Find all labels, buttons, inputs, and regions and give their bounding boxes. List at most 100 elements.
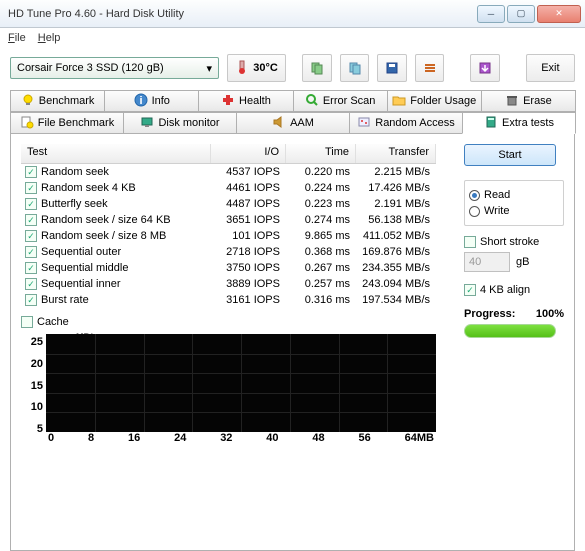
- mode-radio-group: Read Write: [464, 180, 564, 226]
- temperature-display: 30°C: [227, 54, 286, 82]
- align-checkbox[interactable]: ✓: [464, 284, 476, 296]
- test-name: Sequential middle: [41, 262, 128, 274]
- cell-io: 4487 IOPS: [211, 198, 286, 210]
- menu-file[interactable]: File: [8, 32, 26, 44]
- tab-folder-usage[interactable]: Folder Usage: [387, 90, 482, 112]
- screenshot-button[interactable]: [340, 54, 370, 82]
- x-tick: 40: [266, 432, 278, 444]
- radio-write[interactable]: Write: [469, 203, 559, 219]
- tab-erase[interactable]: Erase: [481, 90, 576, 112]
- table-row[interactable]: ✓Sequential outer2718 IOPS0.368 ms169.87…: [21, 244, 436, 260]
- save-button[interactable]: [377, 54, 407, 82]
- y-tick: 5: [37, 423, 43, 435]
- calc-icon: [484, 115, 498, 132]
- row-checkbox[interactable]: ✓: [25, 182, 37, 194]
- cell-transfer: 243.094 MB/s: [356, 278, 436, 290]
- th-io[interactable]: I/O: [211, 144, 286, 163]
- table-row[interactable]: ✓Random seek / size 64 KB3651 IOPS0.274 …: [21, 212, 436, 228]
- speaker-icon: [272, 115, 286, 132]
- maximize-button[interactable]: ▢: [507, 5, 535, 23]
- align-row: ✓ 4 KB align: [464, 284, 564, 296]
- menu-help[interactable]: Help: [38, 32, 61, 44]
- exit-button[interactable]: Exit: [526, 54, 575, 82]
- copy-info-button[interactable]: [302, 54, 332, 82]
- row-checkbox[interactable]: ✓: [25, 246, 37, 258]
- x-tick: 48: [312, 432, 324, 444]
- th-transfer[interactable]: Transfer: [356, 144, 436, 163]
- y-tick: 20: [31, 358, 43, 370]
- cell-transfer: 197.534 MB/s: [356, 294, 436, 306]
- cell-time: 0.224 ms: [286, 182, 356, 194]
- titlebar: HD Tune Pro 4.60 - Hard Disk Utility ─ ▢…: [0, 0, 585, 28]
- row-checkbox[interactable]: ✓: [25, 294, 37, 306]
- tab-health[interactable]: Health: [198, 90, 293, 112]
- table-row[interactable]: ✓Sequential inner3889 IOPS0.257 ms243.09…: [21, 276, 436, 292]
- th-test[interactable]: Test: [21, 144, 211, 163]
- row-checkbox[interactable]: ✓: [25, 230, 37, 242]
- row-checkbox[interactable]: ✓: [25, 278, 37, 290]
- monitor-icon: [140, 115, 154, 132]
- tab-info[interactable]: iInfo: [104, 90, 199, 112]
- row-checkbox[interactable]: ✓: [25, 166, 37, 178]
- test-name: Burst rate: [41, 294, 89, 306]
- table-row[interactable]: ✓Sequential middle3750 IOPS0.267 ms234.3…: [21, 260, 436, 276]
- close-button[interactable]: ✕: [537, 5, 581, 23]
- search-icon: [305, 93, 319, 110]
- cache-checkbox[interactable]: [21, 316, 33, 328]
- row-checkbox[interactable]: ✓: [25, 214, 37, 226]
- progress-row: Progress: 100%: [464, 308, 564, 320]
- svg-text:i: i: [139, 95, 142, 107]
- table-row[interactable]: ✓ Random seek / size 8 MB 101 IOPS9.865 ms…: [21, 228, 436, 244]
- cell-transfer: 2.215 MB/s: [356, 166, 436, 178]
- radio-icon: [469, 190, 480, 201]
- minimize-button[interactable]: ─: [477, 5, 505, 23]
- cell-time: 0.274 ms: [286, 214, 356, 226]
- tab-file-benchmark[interactable]: File Benchmark: [10, 112, 124, 134]
- load-button[interactable]: [470, 54, 500, 82]
- health-icon: [221, 93, 235, 110]
- table-row[interactable]: ✓ Burst rate 3161 IOPS0.316 ms197.534 MB/s: [21, 292, 436, 308]
- window-buttons: ─ ▢ ✕: [477, 5, 581, 23]
- short-stroke-checkbox[interactable]: [464, 236, 476, 248]
- row-checkbox[interactable]: ✓: [25, 262, 37, 274]
- cell-transfer: 169.876 MB/s: [356, 246, 436, 258]
- tab-extra-tests[interactable]: Extra tests: [462, 112, 576, 134]
- table-row[interactable]: ✓Butterfly seek4487 IOPS0.223 ms2.191 MB…: [21, 196, 436, 212]
- drive-select[interactable]: Corsair Force 3 SSD (120 gB) ▾: [10, 57, 219, 79]
- cell-time: 0.368 ms: [286, 246, 356, 258]
- test-name: Butterfly seek: [41, 198, 108, 210]
- cell-io: 101 IOPS: [211, 230, 286, 242]
- tab-aam[interactable]: AAM: [236, 112, 350, 134]
- cell-time: 0.316 ms: [286, 294, 356, 306]
- cell-transfer: 411.052 MB/s: [356, 230, 436, 242]
- tab-benchmark[interactable]: Benchmark: [10, 90, 105, 112]
- x-tick: 0: [48, 432, 54, 444]
- table-row[interactable]: ✓Random seek 4 KB4461 IOPS0.224 ms17.426…: [21, 180, 436, 196]
- info-icon: i: [134, 93, 148, 110]
- test-name: Random seek / size 8 MB: [41, 230, 166, 242]
- lightbulb-icon: [21, 93, 35, 110]
- cell-time: 0.257 ms: [286, 278, 356, 290]
- cell-time: 9.865 ms: [286, 230, 356, 242]
- drive-select-value: Corsair Force 3 SSD (120 gB): [17, 62, 164, 74]
- cell-io: 3161 IOPS: [211, 294, 286, 306]
- options-button[interactable]: [415, 54, 445, 82]
- tab-error-scan[interactable]: Error Scan: [293, 90, 388, 112]
- progress-value: 100%: [536, 308, 564, 320]
- cell-io: 4537 IOPS: [211, 166, 286, 178]
- x-tick: 64MB: [405, 432, 434, 444]
- plot-area: [46, 334, 436, 432]
- tab-random-access[interactable]: Random Access: [349, 112, 463, 134]
- table-row[interactable]: ✓Random seek4537 IOPS0.220 ms2.215 MB/s: [21, 164, 436, 180]
- start-button[interactable]: Start: [464, 144, 556, 166]
- short-stroke-input[interactable]: 40: [464, 252, 510, 272]
- trash-icon: [505, 93, 519, 110]
- th-time[interactable]: Time: [286, 144, 356, 163]
- window-title: HD Tune Pro 4.60 - Hard Disk Utility: [8, 8, 477, 20]
- tab-disk-monitor[interactable]: Disk monitor: [123, 112, 237, 134]
- y-axis: 252015105: [21, 334, 46, 449]
- radio-read[interactable]: Read: [469, 187, 559, 203]
- row-checkbox[interactable]: ✓: [25, 198, 37, 210]
- x-tick: 32: [220, 432, 232, 444]
- table-header-row: Test I/O Time Transfer: [21, 144, 436, 164]
